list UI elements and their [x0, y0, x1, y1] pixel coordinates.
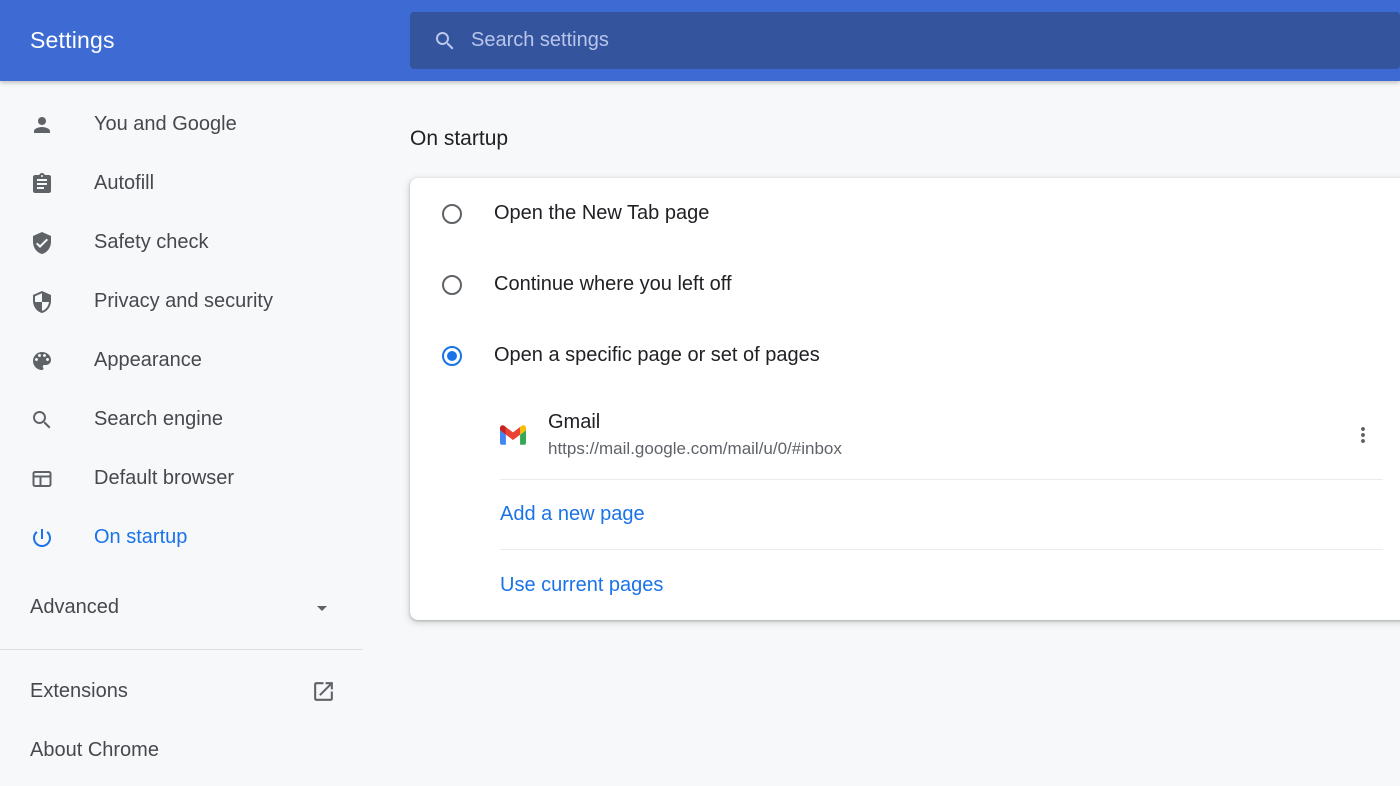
sidebar-advanced-toggle[interactable]: Advanced: [0, 578, 363, 637]
radio-button[interactable]: [442, 345, 462, 366]
sidebar-item-label: Appearance: [94, 349, 202, 371]
settings-header: Settings: [0, 0, 1400, 81]
palette-icon: [30, 349, 54, 373]
sidebar-item-you-and-google[interactable]: You and Google: [0, 95, 363, 154]
chevron-down-icon: [310, 596, 334, 620]
use-current-pages-button[interactable]: Use current pages: [410, 550, 1400, 621]
page-title: Settings: [30, 27, 115, 53]
search-settings-box[interactable]: [410, 12, 1400, 69]
advanced-label: Advanced: [30, 596, 119, 618]
sidebar-item-label: You and Google: [94, 113, 237, 135]
on-startup-card: Open the New Tab page Continue where you…: [410, 178, 1400, 620]
option-continue-where-left-off[interactable]: Continue where you left off: [410, 249, 1400, 320]
option-open-new-tab[interactable]: Open the New Tab page: [410, 178, 1400, 249]
site-name: Gmail: [548, 411, 601, 433]
more-vert-icon[interactable]: [1345, 417, 1381, 453]
about-chrome-label: About Chrome: [30, 739, 159, 761]
sidebar-item-autofill[interactable]: Autofill: [0, 154, 363, 213]
add-new-page-label: Add a new page: [500, 503, 645, 525]
person-icon: [30, 113, 54, 137]
gmail-icon: [500, 422, 526, 448]
sidebar-item-default-browser[interactable]: Default browser: [0, 449, 363, 508]
option-label: Open the New Tab page: [494, 202, 710, 224]
startup-page-info: Gmail https://mail.google.com/mail/u/0/#…: [548, 411, 842, 459]
section-heading: On startup: [410, 127, 509, 150]
open-in-new-icon: [311, 679, 336, 704]
sidebar-item-search-engine[interactable]: Search engine: [0, 390, 363, 449]
search-icon: [433, 29, 457, 53]
clipboard-icon: [30, 172, 54, 196]
sidebar-item-label: Privacy and security: [94, 290, 273, 312]
power-icon: [30, 526, 54, 550]
option-open-specific-pages[interactable]: Open a specific page or set of pages: [410, 320, 1400, 391]
sidebar-divider: [0, 649, 363, 650]
sidebar-item-label: Autofill: [94, 172, 155, 194]
sidebar-item-about-chrome[interactable]: About Chrome: [0, 721, 363, 780]
sidebar-item-safety-check[interactable]: Safety check: [0, 213, 363, 272]
use-current-pages-label: Use current pages: [500, 574, 664, 596]
option-label: Continue where you left off: [494, 273, 732, 295]
sidebar-item-label: Safety check: [94, 231, 209, 253]
search-input[interactable]: [471, 29, 1380, 52]
sidebar-item-label: Default browser: [94, 467, 235, 489]
shield-check-icon: [30, 231, 54, 255]
search-icon: [30, 408, 54, 432]
sidebar: You and Google Autofill Safety check Pri…: [0, 81, 363, 786]
sidebar-item-privacy-security[interactable]: Privacy and security: [0, 272, 363, 331]
startup-page-row: Gmail https://mail.google.com/mail/u/0/#…: [410, 391, 1400, 479]
sidebar-item-label: On startup: [94, 526, 188, 548]
sidebar-item-appearance[interactable]: Appearance: [0, 331, 363, 390]
option-label: Open a specific page or set of pages: [494, 344, 820, 366]
sidebar-item-on-startup[interactable]: On startup: [0, 508, 363, 567]
add-new-page-button[interactable]: Add a new page: [410, 480, 1400, 549]
radio-button[interactable]: [442, 203, 462, 224]
sidebar-item-extensions[interactable]: Extensions: [0, 662, 363, 721]
radio-button[interactable]: [442, 274, 462, 295]
extensions-label: Extensions: [30, 680, 128, 702]
site-url: https://mail.google.com/mail/u/0/#inbox: [548, 439, 842, 458]
shield-half-icon: [30, 290, 54, 314]
sidebar-item-label: Search engine: [94, 408, 223, 430]
browser-window-icon: [30, 467, 54, 491]
